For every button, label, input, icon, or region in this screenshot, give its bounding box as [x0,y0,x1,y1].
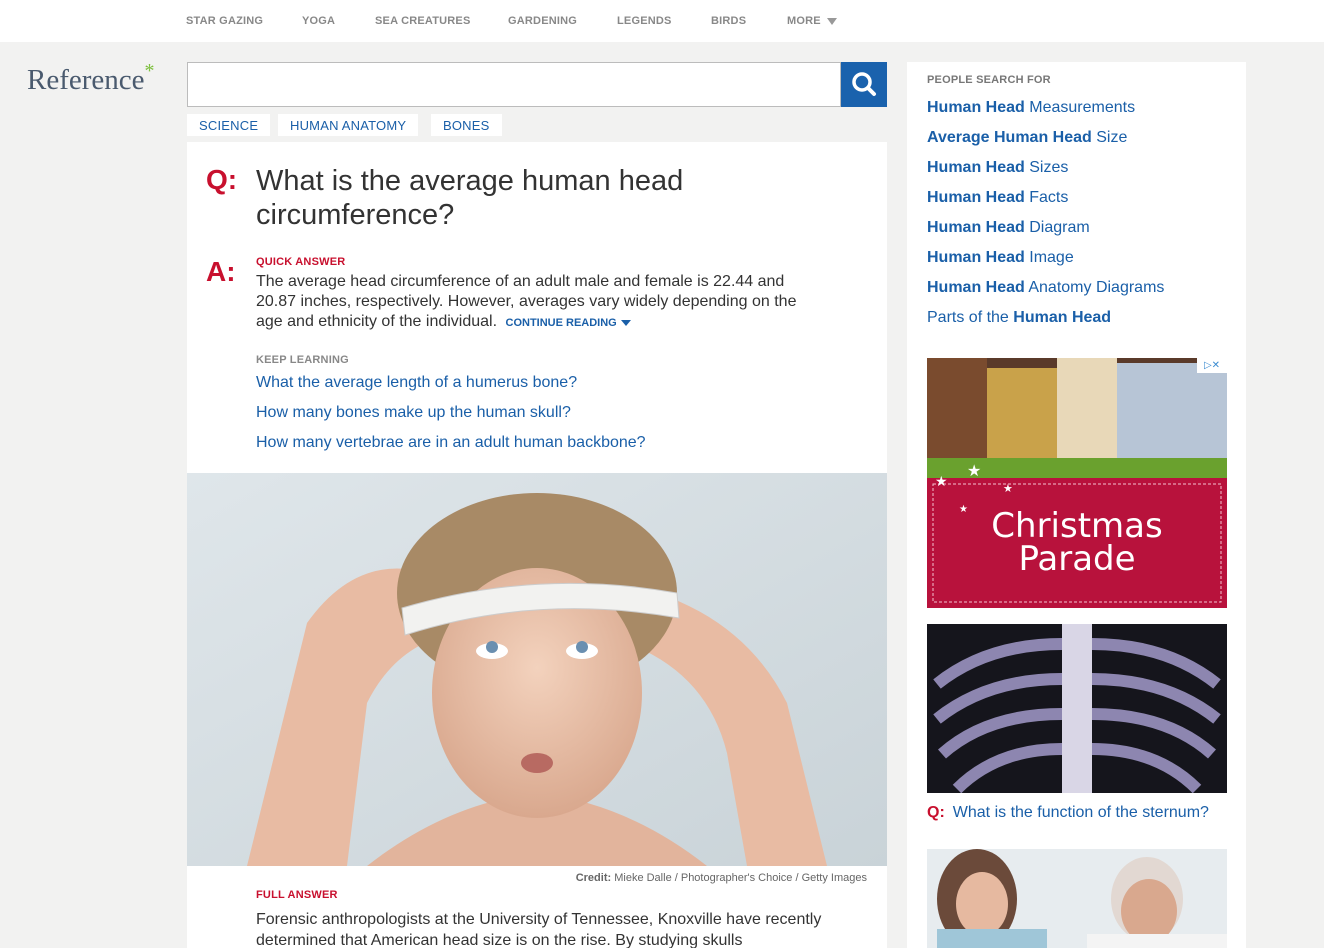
keep-learning-link[interactable]: How many bones make up the human skull? [256,404,571,422]
svg-text:★: ★ [1003,483,1013,495]
nav-star-gazing[interactable]: STAR GAZING [186,15,263,27]
full-answer-label: FULL ANSWER [256,889,338,901]
photo-credit: Credit: Mieke Dalle / Photographer's Cho… [576,872,867,884]
credit-text: Mieke Dalle / Photographer's Choice / Ge… [614,872,867,884]
ad-headline: Christmas Parade [927,509,1227,579]
related-search-bold: Human Head [927,279,1025,296]
related-search-pre: Parts of the [927,309,1014,326]
site-logo[interactable]: Reference* [27,60,155,97]
search-button[interactable] [841,62,887,107]
answer-marker: A: [206,256,236,287]
related-search-link[interactable]: Human Head Image [927,249,1074,267]
related-search-rest: Anatomy Diagrams [1024,279,1165,296]
search-icon [852,72,876,96]
top-navigation: STAR GAZING YOGA SEA CREATURES GARDENING… [0,0,1324,42]
keep-learning-link[interactable]: What the average length of a humerus bon… [256,374,577,392]
logo-asterisk: * [144,60,155,82]
ad-line-2: Parade [1018,539,1136,579]
svg-text:★: ★ [967,463,981,480]
breadcrumb-science[interactable]: SCIENCE [187,114,271,136]
sidebar: PEOPLE SEARCH FOR Human Head Measurement… [907,62,1246,948]
related-question-marker: Q: [927,804,945,821]
related-search-bold: Human Head [927,249,1025,266]
related-search-link[interactable]: Average Human Head Size [927,129,1127,147]
related-search-rest: Size [1091,129,1128,146]
related-search-bold: Average Human Head [927,129,1092,146]
related-search-rest: Diagram [1024,219,1090,236]
related-question-text: What is the function of the sternum? [952,804,1209,821]
breadcrumb-bones[interactable]: BONES [431,114,502,136]
related-search-link[interactable]: Human Head Anatomy Diagrams [927,279,1164,297]
related-search-rest: Sizes [1024,159,1069,176]
nav-birds[interactable]: BIRDS [711,15,746,27]
logo-text: Reference [27,64,145,96]
continue-reading-link[interactable]: CONTINUE READING [506,317,631,329]
people-search-for-title: PEOPLE SEARCH FOR [927,74,1051,86]
sternum-thumbnail[interactable] [927,624,1227,793]
keep-learning-link[interactable]: How many vertebrae are in an adult human… [256,434,646,452]
related-search-link[interactable]: Human Head Facts [927,189,1068,207]
related-search-bold: Human Head [1013,309,1112,326]
nav-gardening[interactable]: GARDENING [508,15,577,27]
article-photo [187,473,887,866]
related-search-link[interactable]: Human Head Diagram [927,219,1090,237]
quick-answer-label: QUICK ANSWER [256,256,346,268]
question-marker: Q: [206,164,238,195]
nav-yoga[interactable]: YOGA [302,15,335,27]
keep-learning-label: KEEP LEARNING [256,354,349,366]
chevron-down-icon [620,320,631,327]
chevron-down-icon [826,17,837,25]
credit-label: Credit: [575,872,612,884]
nav-more-label: MORE [787,15,821,27]
svg-text:★: ★ [935,473,948,489]
nav-sea-creatures[interactable]: SEA CREATURES [375,15,471,27]
question-card: Q: What is the average human head circum… [187,142,887,948]
full-answer-text: Forensic anthropologists at the Universi… [256,911,822,948]
search-input[interactable] [187,62,841,107]
related-search-rest: Image [1024,249,1074,266]
related-search-link[interactable]: Parts of the Human Head [927,309,1111,327]
related-search-rest: Facts [1024,189,1069,206]
related-search-bold: Human Head [927,219,1025,236]
related-search-bold: Human Head [927,99,1025,116]
related-search-bold: Human Head [927,159,1025,176]
page-title: What is the average human head circumfer… [256,165,684,231]
continue-reading-label: CONTINUE READING [505,317,617,329]
related-question-link[interactable]: Q: What is the function of the sternum? [927,804,1209,822]
ad-choices-icon[interactable]: ▷✕ [1197,358,1227,373]
related-search-rest: Measurements [1024,99,1136,116]
breadcrumb-human-anatomy[interactable]: HUMAN ANATOMY [278,114,419,136]
nav-legends[interactable]: LEGENDS [617,15,672,27]
quick-answer: The average head circumference of an adu… [256,272,816,333]
related-thumbnail[interactable] [927,849,1227,948]
advertisement[interactable]: ★ ★ ★ ★ ▷✕ Christmas Parade [927,358,1227,608]
nav-more[interactable]: MORE [787,15,837,27]
related-search-bold: Human Head [927,189,1025,206]
related-search-link[interactable]: Human Head Measurements [927,99,1135,117]
related-search-link[interactable]: Human Head Sizes [927,159,1068,177]
